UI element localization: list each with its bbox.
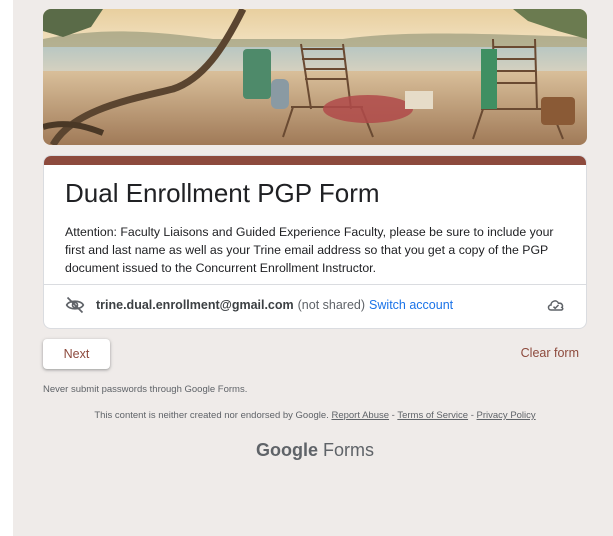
header-image — [43, 9, 587, 145]
password-warning: Never submit passwords through Google Fo… — [43, 384, 248, 395]
form-header-card: Dual Enrollment PGP Form Attention: Facu… — [43, 155, 587, 329]
account-row: trine.dual.enrollment@gmail.com (not sha… — [65, 293, 570, 317]
footer-disclaimer: This content is neither created nor endo… — [43, 410, 587, 421]
beach-scene-illustration — [43, 9, 587, 145]
disclaimer-text: This content is neither created nor endo… — [94, 410, 329, 421]
google-wordmark: Google — [256, 440, 318, 460]
card-divider — [44, 284, 586, 285]
report-abuse-link[interactable]: Report Abuse — [331, 410, 389, 421]
form-description: Attention: Faculty Liaisons and Guided E… — [65, 225, 554, 275]
eye-off-icon — [65, 296, 85, 314]
forms-wordmark: Forms — [318, 440, 374, 460]
accent-bar — [44, 156, 586, 165]
cloud-done-icon — [547, 300, 564, 311]
not-shared-note: (not shared) — [297, 298, 366, 312]
google-forms-logo[interactable]: Google Forms — [43, 440, 587, 461]
terms-of-service-link[interactable]: Terms of Service — [397, 410, 468, 421]
next-button[interactable]: Next — [43, 339, 110, 369]
account-email: trine.dual.enrollment@gmail.com — [96, 298, 294, 312]
switch-account-link[interactable]: Switch account — [369, 298, 453, 312]
footer-separator: - — [468, 410, 477, 421]
privacy-policy-link[interactable]: Privacy Policy — [477, 410, 536, 421]
clear-form-button[interactable]: Clear form — [521, 346, 579, 360]
form-page: Dual Enrollment PGP Form Attention: Facu… — [13, 0, 613, 536]
form-title: Dual Enrollment PGP Form — [65, 178, 380, 208]
